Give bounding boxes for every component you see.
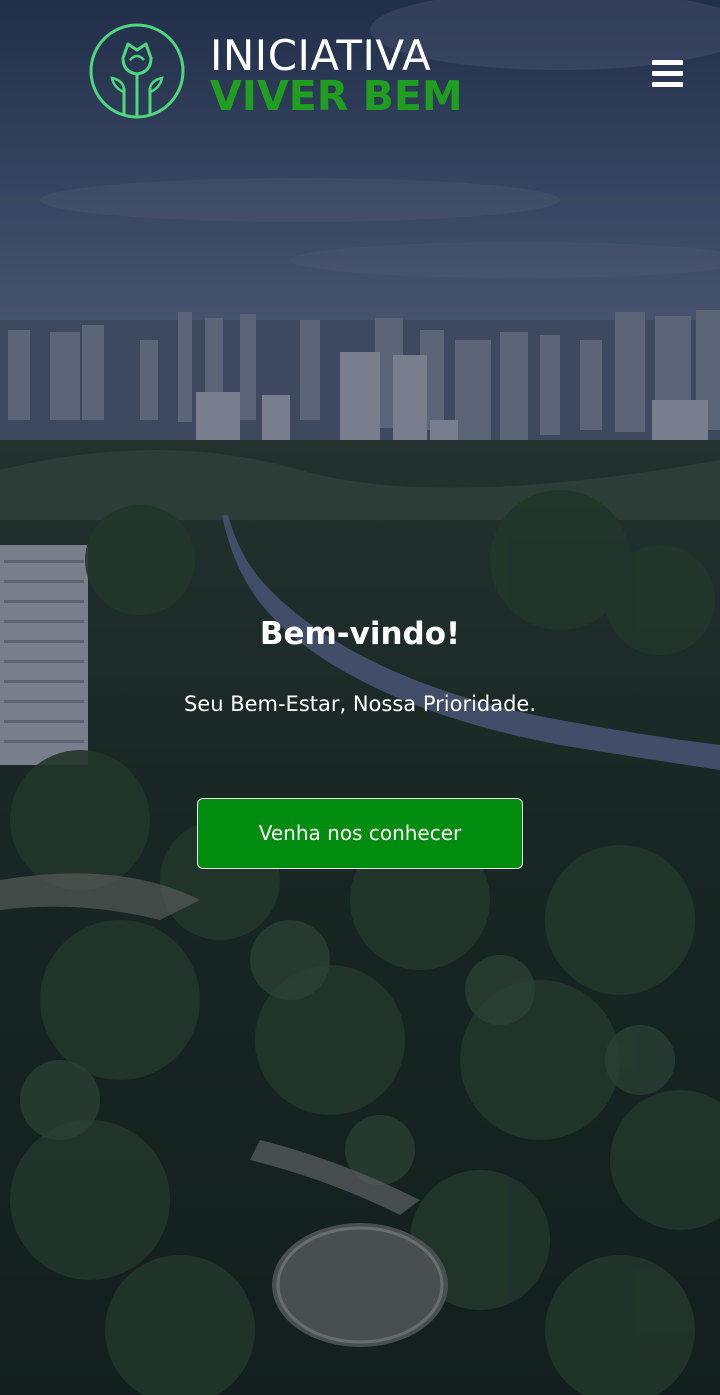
hamburger-menu-icon (652, 82, 683, 87)
hamburger-menu-icon (652, 71, 683, 76)
hero-subtitle: Seu Bem-Estar, Nossa Prioridade. (183, 692, 537, 716)
rose-seedling-icon (89, 23, 185, 119)
hamburger-menu-icon (652, 60, 683, 65)
hero-section: INICIATIVA VIVER BEM Bem-vindo! Seu Bem-… (0, 0, 720, 1395)
brand-name-line2: VIVER BEM (210, 72, 463, 120)
brand-logo[interactable]: INICIATIVA VIVER BEM (88, 22, 463, 120)
cta-button[interactable]: Venha nos conhecer (197, 798, 523, 869)
hero-title: Bem-vindo! (259, 616, 461, 652)
menu-button[interactable] (646, 54, 688, 94)
